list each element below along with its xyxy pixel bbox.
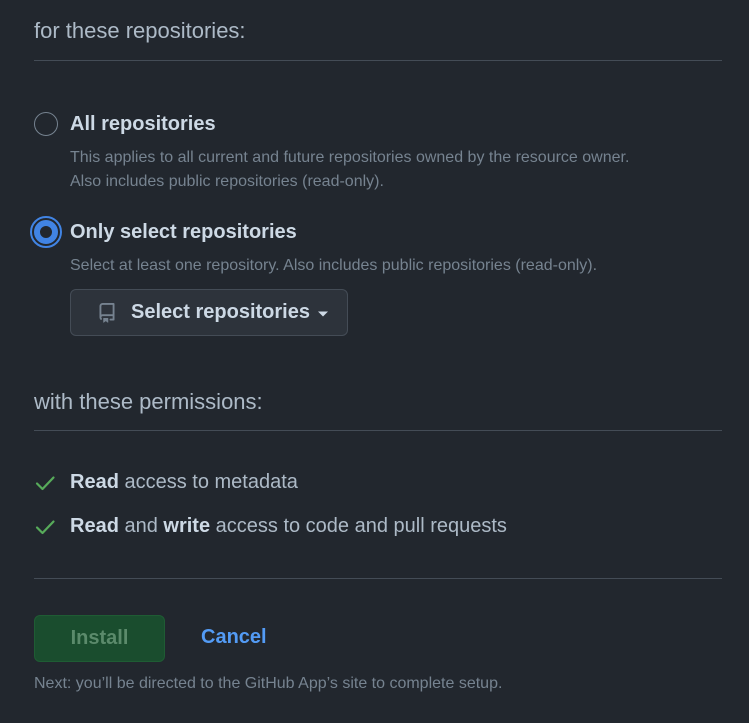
description-line: Select at least one repository. Also inc… (70, 257, 598, 274)
repo-icon (99, 302, 115, 323)
permission-text: Read and write access to code and pull r… (70, 515, 507, 538)
permission-scope: access to metadata (118, 471, 298, 493)
permission-item: Read and write access to code and pull r… (34, 515, 507, 538)
radio-description-all-repositories: This applies to all current and future r… (70, 146, 629, 194)
permission-text: Read access to metadata (70, 471, 298, 494)
divider (34, 60, 722, 61)
select-repositories-label: Select repositories (131, 301, 310, 323)
permission-level: Read (70, 515, 119, 537)
permission-scope: access to code and pull requests (210, 515, 507, 537)
description-line: Also includes public repositories (read-… (70, 173, 384, 190)
divider (34, 578, 722, 579)
caret-down-icon (317, 311, 328, 316)
radio-option-all-repositories[interactable]: All repositories (34, 112, 216, 136)
permissions-section-title: with these permissions: (34, 389, 263, 414)
cancel-link[interactable]: Cancel (201, 626, 267, 649)
install-button[interactable]: Install (34, 615, 165, 662)
description-line: This applies to all current and future r… (70, 149, 630, 166)
install-app-panel: for these repositories: All repositories… (0, 0, 749, 723)
check-icon (35, 475, 55, 490)
radio-button-only-select-repositories[interactable] (30, 216, 62, 248)
radio-label-all-repositories[interactable]: All repositories (70, 113, 216, 136)
radio-description-only-select-repositories: Select at least one repository. Also inc… (70, 254, 597, 278)
select-repositories-button[interactable]: Select repositories (70, 289, 348, 336)
radio-selected-dot (34, 220, 58, 244)
permission-connector: and (118, 515, 164, 537)
check-icon (35, 519, 55, 534)
divider (34, 430, 722, 431)
permission-level: Read (70, 471, 119, 493)
radio-label-only-select-repositories[interactable]: Only select repositories (70, 221, 297, 244)
next-step-note: Next: you’ll be directed to the GitHub A… (34, 675, 503, 692)
radio-button-all-repositories[interactable] (34, 112, 58, 136)
permission-item: Read access to metadata (34, 471, 298, 494)
repositories-section-title: for these repositories: (34, 18, 246, 43)
radio-option-only-select-repositories[interactable]: Only select repositories (30, 216, 297, 248)
permission-level: write (163, 515, 211, 537)
